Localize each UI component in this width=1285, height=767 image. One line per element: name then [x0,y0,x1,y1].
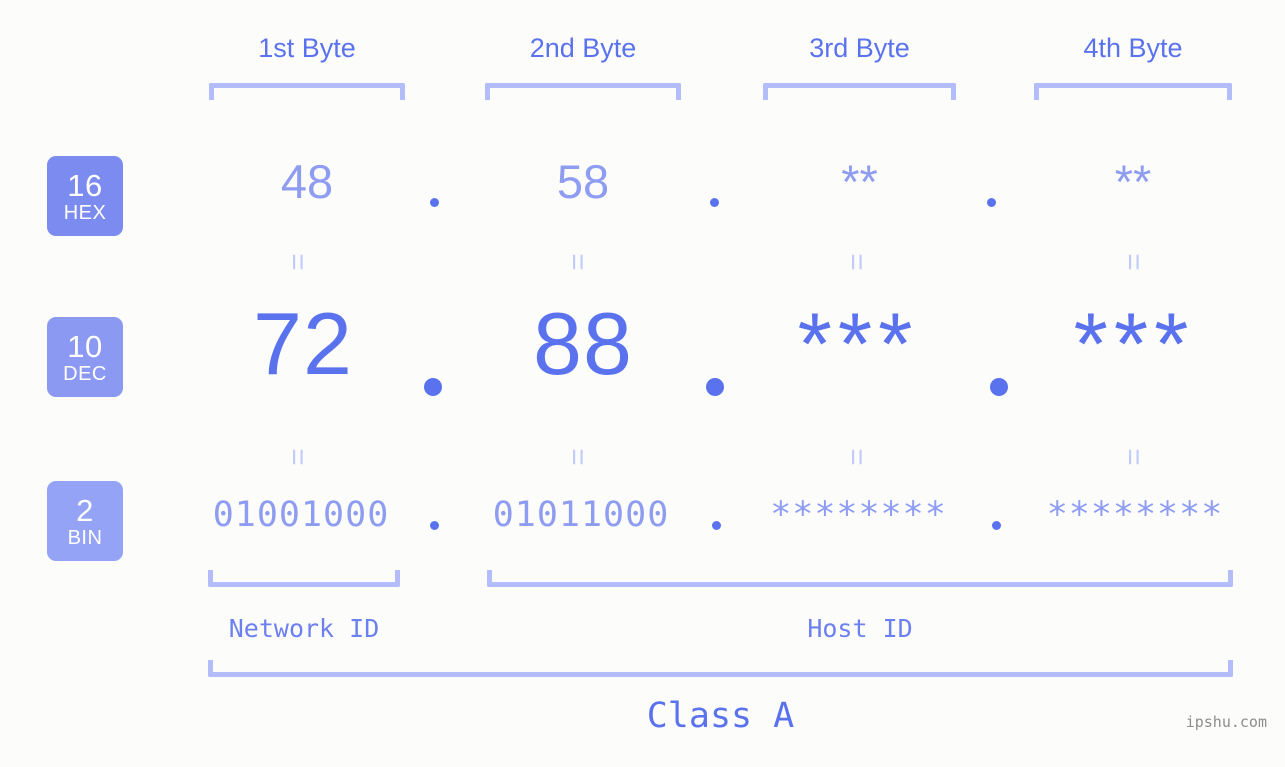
class-label: Class A [646,696,795,736]
hex-byte-2: 58 [556,155,610,208]
bin-byte-3: ******** [770,495,947,535]
bin-byte-2: 01011000 [492,495,670,535]
byte-bracket-4 [1034,83,1232,100]
equals-dec-bin-1: = [280,448,314,466]
byte-header-2: 2nd Byte [529,33,637,63]
class-bracket [208,660,1233,677]
bin-byte-1: 01001000 [212,495,390,535]
dec-byte-3: *** [797,294,919,393]
host-id-bracket [487,570,1233,587]
equals-hex-dec-1: = [280,253,314,271]
hex-separator-dot-2 [710,198,719,207]
byte-bracket-3 [763,83,956,100]
dec-byte-1: 72 [253,294,353,393]
byte-header-4: 4th Byte [1083,33,1183,63]
base-badge-bin-name: BIN [67,526,103,549]
base-badge-bin: 2 BIN [47,481,123,561]
dec-separator-dot-2 [706,378,724,396]
dec-separator-dot-1 [424,378,442,396]
hex-byte-1: 48 [280,155,334,208]
equals-hex-dec-3: = [839,253,873,271]
watermark: ipshu.com [1185,713,1267,731]
dec-byte-4: *** [1073,294,1195,393]
bin-separator-dot-2 [712,521,721,530]
network-id-bracket [208,570,400,587]
bin-separator-dot-3 [992,521,1001,530]
base-badge-dec-number: 10 [67,328,103,364]
equals-dec-bin-2: = [560,448,594,466]
hex-separator-dot-3 [987,198,996,207]
bin-byte-4: ******** [1046,495,1224,535]
bin-separator-dot-1 [430,521,439,530]
dec-byte-2: 88 [533,294,633,393]
equals-dec-bin-3: = [839,448,873,466]
base-badge-hex-number: 16 [67,167,103,203]
equals-hex-dec-4: = [1116,253,1150,271]
base-badge-bin-number: 2 [76,492,94,528]
hex-separator-dot-1 [430,198,439,207]
base-badge-hex-name: HEX [63,201,107,224]
base-badge-hex: 16 HEX [47,156,123,236]
base-badge-dec: 10 DEC [47,317,123,397]
hex-byte-3: ** [841,155,878,208]
ip-address-breakdown-diagram: 1st Byte 2nd Byte 3rd Byte 4th Byte 16 H… [0,0,1285,767]
byte-header-1: 1st Byte [258,33,356,63]
host-id-label: Host ID [807,614,913,643]
byte-bracket-1 [209,83,405,100]
byte-bracket-2 [485,83,681,100]
equals-dec-bin-4: = [1116,448,1150,466]
network-id-label: Network ID [228,614,380,643]
base-badge-dec-name: DEC [63,362,107,385]
dec-separator-dot-3 [990,378,1008,396]
hex-byte-4: ** [1114,155,1152,208]
byte-header-3: 3rd Byte [809,33,910,63]
equals-hex-dec-2: = [560,253,594,271]
